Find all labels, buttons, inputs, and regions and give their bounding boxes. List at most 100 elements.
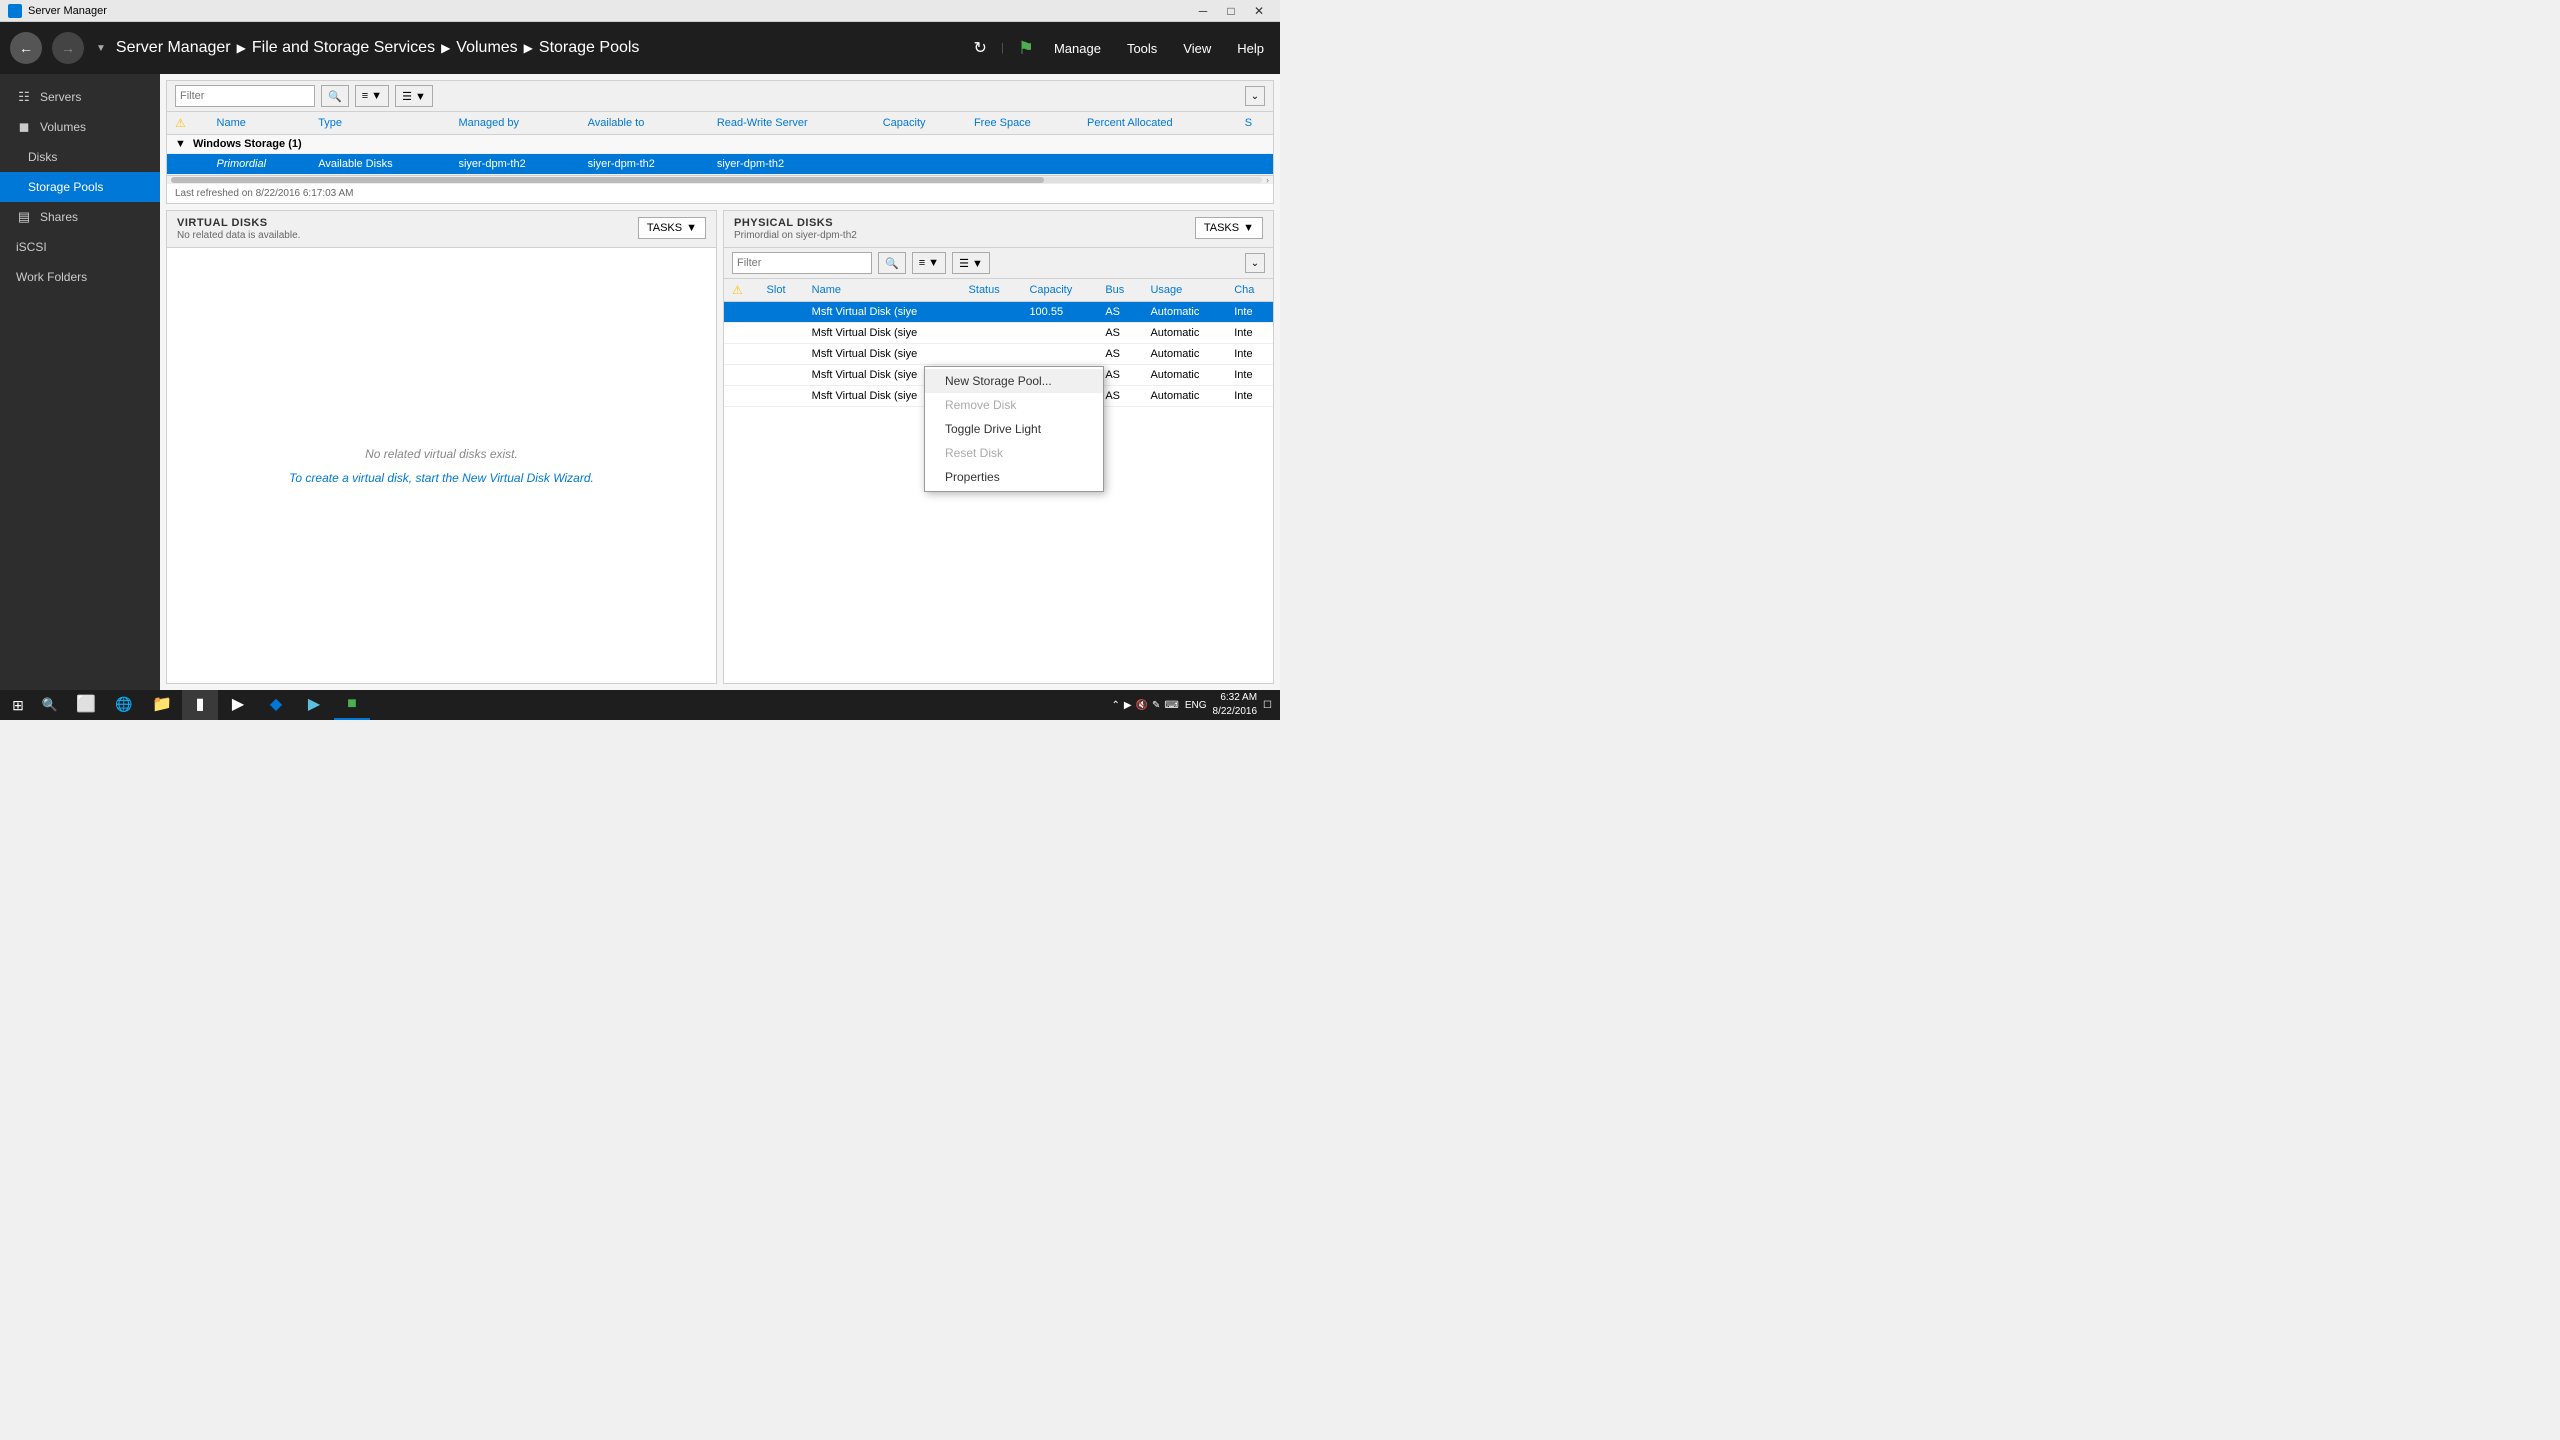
- expand-button[interactable]: ⌄: [1245, 86, 1265, 106]
- phys-search-button[interactable]: 🔍: [878, 252, 906, 274]
- taskbar-app-arrow[interactable]: ▶: [220, 690, 256, 720]
- refresh-button[interactable]: ↻: [974, 38, 987, 58]
- th-capacity[interactable]: Capacity: [875, 112, 966, 135]
- cell-available-to: siyer-dpm-th2: [580, 154, 709, 175]
- taskbar-time[interactable]: 6:32 AM 8/22/2016: [1213, 691, 1258, 719]
- breadcrumb-storage-pools[interactable]: Storage Pools: [539, 39, 640, 57]
- breadcrumb-server-manager[interactable]: Server Manager: [116, 39, 231, 57]
- taskbar-network-icon: ▶: [1124, 700, 1132, 711]
- breadcrumb: Server Manager ▶ File and Storage Servic…: [116, 39, 964, 57]
- sidebar-item-volumes[interactable]: ◼ Volumes: [0, 112, 160, 142]
- group-btn[interactable]: ☰ ▼: [395, 85, 433, 107]
- servers-icon: ☷: [16, 89, 32, 105]
- taskbar-notification-icon[interactable]: ☐: [1263, 700, 1272, 711]
- flag-icon: ⚑: [1018, 38, 1034, 59]
- table-row[interactable]: Msft Virtual Disk (siye 100.55 AS Automa…: [724, 302, 1273, 323]
- back-button[interactable]: ←: [10, 32, 42, 64]
- help-menu[interactable]: Help: [1231, 37, 1270, 60]
- th-free-space[interactable]: Free Space: [966, 112, 1079, 135]
- taskbar-search-button[interactable]: 🔍: [36, 690, 64, 720]
- table-row[interactable]: Primordial Available Disks siyer-dpm-th2…: [167, 154, 1273, 175]
- virtual-disks-header: VIRTUAL DISKS No related data is availab…: [167, 211, 716, 248]
- phys-th-slot[interactable]: Slot: [759, 279, 804, 302]
- time-display: 6:32 AM: [1213, 691, 1258, 705]
- phys-group-btn[interactable]: ☰ ▼: [952, 252, 990, 274]
- tasks-dropdown-icon: ▼: [686, 222, 697, 234]
- context-menu-new-storage-pool[interactable]: New Storage Pool...: [925, 369, 1103, 393]
- sidebar-item-iscsi[interactable]: iSCSI: [0, 232, 160, 262]
- taskbar-app-task-view[interactable]: ⬜: [68, 690, 104, 720]
- phys-th-status[interactable]: Status: [961, 279, 1022, 302]
- context-menu-properties[interactable]: Properties: [925, 465, 1103, 489]
- th-percent-alloc[interactable]: Percent Allocated: [1079, 112, 1237, 135]
- sidebar-item-storage-pools[interactable]: Storage Pools: [0, 172, 160, 202]
- create-virtual-disk-link[interactable]: To create a virtual disk, start the New …: [289, 471, 594, 485]
- phys-expand-button[interactable]: ⌄: [1245, 253, 1265, 273]
- physical-disks-tasks-button[interactable]: TASKS ▼: [1195, 217, 1263, 239]
- taskbar-app-edge[interactable]: 🌐: [106, 690, 142, 720]
- nav-dropdown-arrow[interactable]: ▼: [96, 43, 106, 54]
- th-available-to[interactable]: Available to: [580, 112, 709, 135]
- phys-cell-slot-0: [759, 302, 804, 323]
- taskbar-app-explorer[interactable]: 📁: [144, 690, 180, 720]
- virtual-disks-tasks-button[interactable]: TASKS ▼: [638, 217, 706, 239]
- th-type[interactable]: Type: [310, 112, 450, 135]
- phys-th-warn: ⚠: [724, 279, 759, 302]
- th-managed-by[interactable]: Managed by: [450, 112, 579, 135]
- phys-th-name[interactable]: Name: [804, 279, 961, 302]
- th-s[interactable]: S: [1237, 112, 1273, 135]
- breadcrumb-file-storage[interactable]: File and Storage Services: [252, 39, 435, 57]
- taskbar-app-ps[interactable]: ▶: [296, 690, 332, 720]
- storage-pools-panel: 🔍 ≡ ▼ ☰ ▼ ⌄ ⚠ Name Type Managed by Avail…: [166, 80, 1274, 204]
- minimize-button[interactable]: ─: [1190, 2, 1216, 20]
- nav-right: ↻ | ⚑ Manage Tools View Help: [974, 37, 1270, 60]
- th-warning: ⚠: [167, 112, 209, 135]
- tools-menu[interactable]: Tools: [1121, 37, 1163, 60]
- context-menu-toggle-drive-light[interactable]: Toggle Drive Light: [925, 417, 1103, 441]
- phys-th-capacity[interactable]: Capacity: [1021, 279, 1097, 302]
- phys-th-bus[interactable]: Bus: [1097, 279, 1142, 302]
- table-row[interactable]: Msft Virtual Disk (siye AS Automatic Int…: [724, 323, 1273, 344]
- table-row[interactable]: Msft Virtual Disk (siye AS Automatic Int…: [724, 344, 1273, 365]
- group-header-windows-storage: ▼ Windows Storage (1): [167, 135, 1273, 154]
- th-rw-server[interactable]: Read-Write Server: [709, 112, 875, 135]
- close-button[interactable]: ✕: [1246, 2, 1272, 20]
- view-menu[interactable]: View: [1177, 37, 1217, 60]
- taskbar-notify: ⌃ ▶ 🔇 ✎ ⌨: [1111, 700, 1178, 711]
- title-bar: Server Manager ─ □ ✕: [0, 0, 1280, 22]
- virtual-disks-body: No related virtual disks exist. To creat…: [167, 248, 716, 683]
- sidebar-item-work-folders[interactable]: Work Folders: [0, 262, 160, 292]
- main-layout: ☷ Servers ◼ Volumes Disks Storage Pools …: [0, 74, 1280, 690]
- start-button[interactable]: ⊞: [0, 690, 36, 720]
- taskbar-app-cmd[interactable]: ▮: [182, 690, 218, 720]
- storage-pools-filter[interactable]: [175, 85, 315, 107]
- th-name[interactable]: Name: [209, 112, 311, 135]
- cell-s: [1237, 154, 1273, 175]
- taskbar-app-server-manager[interactable]: ■: [334, 690, 370, 720]
- phys-th-usage[interactable]: Usage: [1142, 279, 1226, 302]
- phys-cell-capacity-0: 100.55: [1021, 302, 1097, 323]
- forward-button[interactable]: →: [52, 32, 84, 64]
- manage-menu[interactable]: Manage: [1048, 37, 1107, 60]
- phys-view-toggle-btn[interactable]: ≡ ▼: [912, 252, 946, 274]
- breadcrumb-volumes[interactable]: Volumes: [456, 39, 517, 57]
- phys-cell-warn-0: [724, 302, 759, 323]
- taskbar-right: ⌃ ▶ 🔇 ✎ ⌨ ENG 6:32 AM 8/22/2016 ☐: [1111, 691, 1280, 719]
- horizontal-scrollbar[interactable]: ›: [167, 175, 1273, 183]
- view-toggle-btn[interactable]: ≡ ▼: [355, 85, 389, 107]
- search-button[interactable]: 🔍: [321, 85, 349, 107]
- taskbar-app-blue[interactable]: ◆: [258, 690, 294, 720]
- tasks-label: TASKS: [647, 222, 682, 234]
- nav-separator: |: [1001, 42, 1004, 54]
- physical-disks-filter[interactable]: [732, 252, 872, 274]
- volumes-icon: ◼: [16, 119, 32, 135]
- sidebar-item-servers[interactable]: ☷ Servers: [0, 82, 160, 112]
- sidebar-item-disks[interactable]: Disks: [0, 142, 160, 172]
- sidebar-label-shares: Shares: [40, 210, 78, 224]
- taskbar-caret-icon[interactable]: ⌃: [1111, 700, 1119, 711]
- phys-cell-cha-0: Inte: [1226, 302, 1273, 323]
- phys-th-cha[interactable]: Cha: [1226, 279, 1273, 302]
- maximize-button[interactable]: □: [1218, 2, 1244, 20]
- sidebar-item-shares[interactable]: ▤ Shares: [0, 202, 160, 232]
- sidebar-label-disks: Disks: [28, 150, 57, 164]
